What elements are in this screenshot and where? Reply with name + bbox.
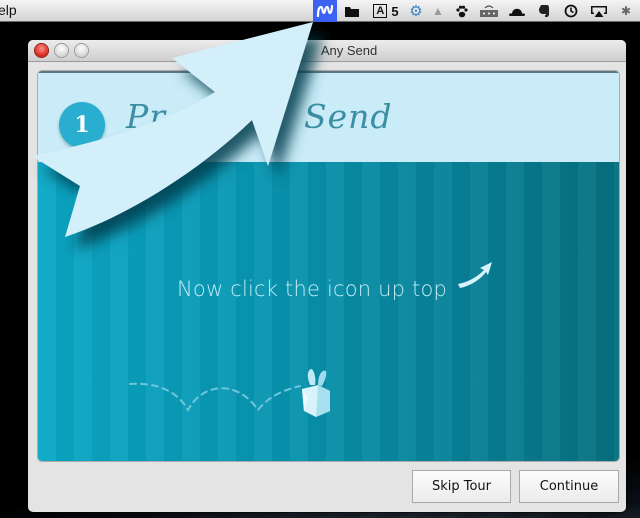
dropbox-sync-icon[interactable]: ⚙ — [405, 0, 427, 22]
instruction-text: Now click the icon up top — [177, 277, 448, 301]
bowler-hat-icon[interactable] — [503, 0, 531, 22]
bunny-box-mascot-icon — [302, 369, 330, 417]
adobe-glyph: A — [373, 4, 388, 18]
tour-body: Now click the icon up top — [38, 162, 619, 461]
status-icons: A 5 ⚙ ▲ ✱ — [313, 0, 639, 22]
folder-icon[interactable] — [337, 0, 367, 22]
window-titlebar[interactable]: Any Send — [28, 40, 626, 62]
airplay-icon[interactable] — [585, 0, 613, 22]
tour-panel: 1 Pr Send Now click the icon up top — [38, 71, 619, 461]
anysend-window: Any Send 1 Pr Send Now click the icon up … — [28, 40, 626, 512]
skip-tour-button[interactable]: Skip Tour — [412, 470, 511, 503]
adobe-badge-count: 5 — [391, 3, 399, 19]
adobe-icon[interactable]: A 5 — [367, 0, 405, 22]
google-drive-icon[interactable]: ▲ — [427, 0, 449, 22]
header-title-left: Pr — [126, 97, 166, 136]
paw-icon[interactable] — [449, 0, 475, 22]
menu-help[interactable]: elp — [0, 2, 17, 18]
header-title-right: Send — [303, 97, 393, 136]
evernote-icon[interactable] — [531, 0, 557, 22]
time-machine-icon[interactable] — [557, 0, 585, 22]
bluetooth-icon[interactable]: ✱ — [613, 0, 639, 22]
step-number-badge: 1 — [59, 102, 105, 148]
tour-header-title: Pr Send — [126, 97, 393, 136]
network-icon[interactable] — [475, 0, 503, 22]
window-title: Any Send — [320, 43, 378, 58]
continue-button[interactable]: Continue — [519, 470, 619, 503]
menu-bar: elp A 5 ⚙ ▲ ✱ — [0, 0, 640, 22]
anysend-icon[interactable] — [313, 0, 337, 22]
small-arrow-icon — [458, 262, 492, 288]
tour-header: 1 Pr Send — [38, 71, 619, 162]
